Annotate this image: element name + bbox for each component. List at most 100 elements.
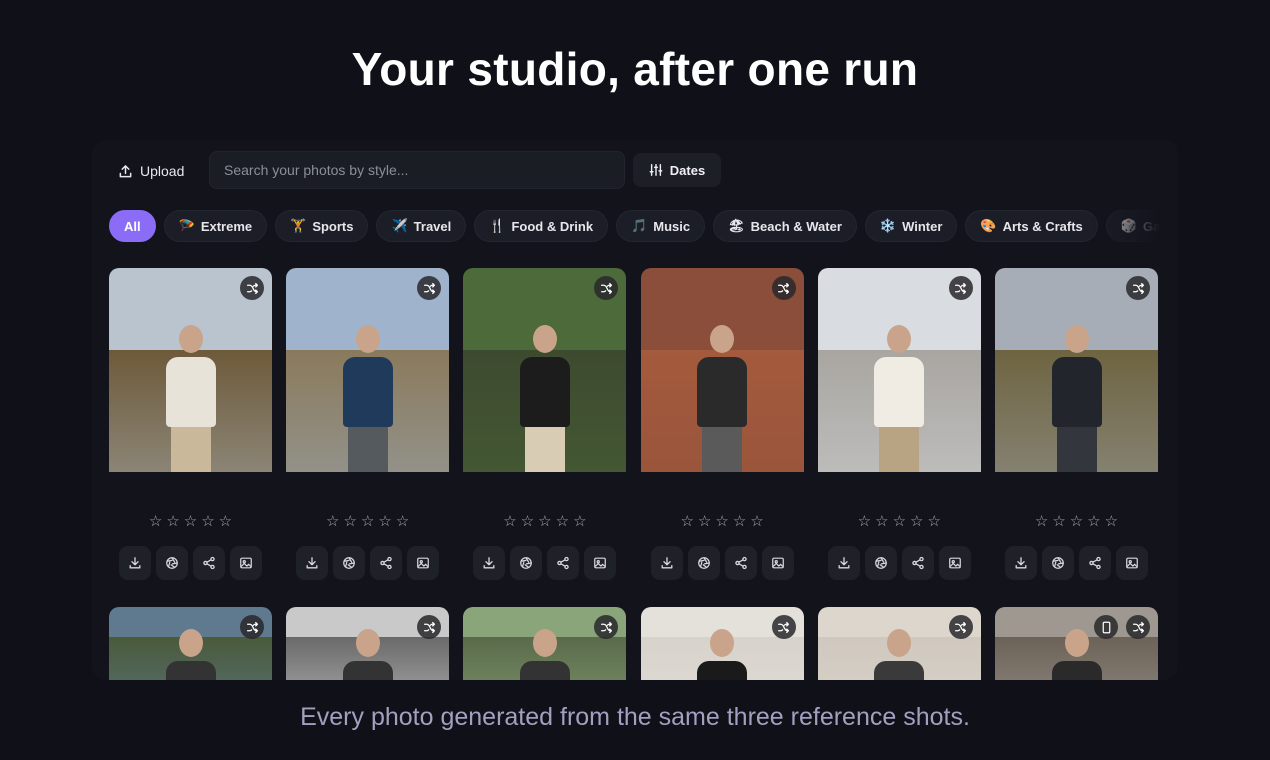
aperture-button[interactable] — [687, 546, 720, 580]
generated-photo[interactable] — [640, 607, 804, 680]
star-outline-icon[interactable]: ☆ — [927, 514, 940, 529]
star-outline-icon[interactable]: ☆ — [875, 514, 888, 529]
share-button[interactable] — [370, 546, 403, 580]
aperture-icon — [874, 556, 888, 570]
download-button[interactable] — [650, 546, 683, 580]
download-button[interactable] — [296, 546, 329, 580]
star-outline-icon[interactable]: ☆ — [184, 514, 197, 529]
shuffle-icon[interactable] — [771, 276, 796, 300]
image-button[interactable] — [584, 546, 617, 580]
star-outline-icon[interactable]: ☆ — [396, 514, 409, 529]
star-outline-icon[interactable]: ☆ — [503, 514, 516, 529]
image-button[interactable] — [407, 546, 440, 580]
download-icon — [837, 556, 851, 570]
star-outline-icon[interactable]: ☆ — [149, 514, 162, 529]
star-outline-icon[interactable]: ☆ — [715, 514, 728, 529]
star-outline-icon[interactable]: ☆ — [910, 514, 923, 529]
generated-photo[interactable] — [109, 607, 272, 680]
generated-photo[interactable] — [286, 607, 450, 680]
search-input[interactable] — [209, 151, 625, 189]
shuffle-icon[interactable] — [594, 615, 619, 639]
star-outline-icon[interactable]: ☆ — [1070, 514, 1083, 529]
phone-icon[interactable] — [1094, 615, 1118, 639]
star-outline-icon[interactable]: ☆ — [361, 514, 374, 529]
generated-photo[interactable] — [995, 607, 1158, 680]
image-button[interactable] — [1116, 546, 1148, 580]
star-outline-icon[interactable]: ☆ — [521, 514, 534, 529]
shuffle-icon[interactable] — [240, 615, 264, 639]
upload-button[interactable]: Upload — [118, 153, 184, 189]
shuffle-icon[interactable] — [948, 276, 973, 300]
aperture-button[interactable] — [864, 546, 897, 580]
category-chip-all[interactable]: All — [109, 210, 156, 242]
category-chip-travel[interactable]: ✈️ Travel — [376, 210, 467, 242]
star-outline-icon[interactable]: ☆ — [750, 514, 763, 529]
person-head — [887, 325, 912, 354]
aperture-button[interactable] — [156, 546, 188, 580]
dates-label: Dates — [669, 162, 706, 178]
category-chip-music[interactable]: 🎵 Music — [616, 210, 706, 242]
star-outline-icon[interactable]: ☆ — [1052, 514, 1065, 529]
category-chip-beach-water[interactable]: 🏖 Beach & Water — [713, 210, 857, 242]
star-outline-icon[interactable]: ☆ — [538, 514, 551, 529]
category-chip-extreme[interactable]: 🪂 Extreme — [163, 210, 268, 242]
generated-photo[interactable] — [109, 268, 272, 472]
image-button[interactable] — [230, 546, 262, 580]
star-outline-icon[interactable]: ☆ — [1105, 514, 1118, 529]
generated-photo[interactable] — [995, 268, 1158, 472]
person-head — [710, 629, 735, 658]
category-label: All — [124, 218, 141, 234]
category-chip-sports[interactable]: 🏋 Sports — [275, 210, 369, 242]
aperture-button[interactable] — [1042, 546, 1074, 580]
dates-filter-button[interactable]: Dates — [633, 153, 721, 187]
shuffle-icon[interactable] — [240, 276, 264, 300]
star-outline-icon[interactable]: ☆ — [733, 514, 746, 529]
category-chip-winter[interactable]: ❄️ Winter — [864, 210, 958, 242]
generated-photo[interactable] — [640, 268, 804, 472]
star-outline-icon[interactable]: ☆ — [1087, 514, 1100, 529]
share-button[interactable] — [724, 546, 757, 580]
star-outline-icon[interactable]: ☆ — [166, 514, 179, 529]
star-outline-icon[interactable]: ☆ — [326, 514, 339, 529]
download-button[interactable] — [119, 546, 151, 580]
photo-card: ☆ ☆ ☆ ☆ ☆ — [109, 268, 272, 580]
star-outline-icon[interactable]: ☆ — [201, 514, 214, 529]
download-button[interactable] — [473, 546, 506, 580]
shuffle-icon[interactable] — [1126, 615, 1150, 639]
download-button[interactable] — [1005, 546, 1037, 580]
share-button[interactable] — [547, 546, 580, 580]
shuffle-icon[interactable] — [1126, 276, 1150, 300]
share-button[interactable] — [901, 546, 934, 580]
image-button[interactable] — [761, 546, 794, 580]
star-outline-icon[interactable]: ☆ — [573, 514, 586, 529]
person-head — [1064, 325, 1089, 354]
person-torso — [342, 661, 393, 680]
generated-photo[interactable] — [463, 268, 627, 472]
star-outline-icon[interactable]: ☆ — [680, 514, 693, 529]
star-outline-icon[interactable]: ☆ — [378, 514, 391, 529]
category-chip-food-drink[interactable]: 🍴 Food & Drink — [474, 210, 609, 242]
shuffle-icon[interactable] — [417, 276, 442, 300]
aperture-button[interactable] — [510, 546, 543, 580]
generated-photo[interactable] — [817, 268, 981, 472]
aperture-button[interactable] — [333, 546, 366, 580]
shuffle-icon[interactable] — [771, 615, 796, 639]
star-outline-icon[interactable]: ☆ — [344, 514, 357, 529]
star-outline-icon[interactable]: ☆ — [698, 514, 711, 529]
star-outline-icon[interactable]: ☆ — [893, 514, 906, 529]
star-outline-icon[interactable]: ☆ — [219, 514, 232, 529]
shuffle-icon[interactable] — [417, 615, 442, 639]
generated-photo[interactable] — [286, 268, 450, 472]
share-button[interactable] — [193, 546, 225, 580]
generated-photo[interactable] — [463, 607, 627, 680]
star-outline-icon[interactable]: ☆ — [1035, 514, 1048, 529]
star-outline-icon[interactable]: ☆ — [858, 514, 871, 529]
star-outline-icon[interactable]: ☆ — [556, 514, 569, 529]
image-button[interactable] — [938, 546, 971, 580]
download-button[interactable] — [827, 546, 860, 580]
share-button[interactable] — [1079, 546, 1111, 580]
generated-photo[interactable] — [817, 607, 981, 680]
shuffle-icon[interactable] — [594, 276, 619, 300]
category-chip-arts-crafts[interactable]: 🎨 Arts & Crafts — [965, 210, 1098, 242]
shuffle-icon[interactable] — [948, 615, 973, 639]
